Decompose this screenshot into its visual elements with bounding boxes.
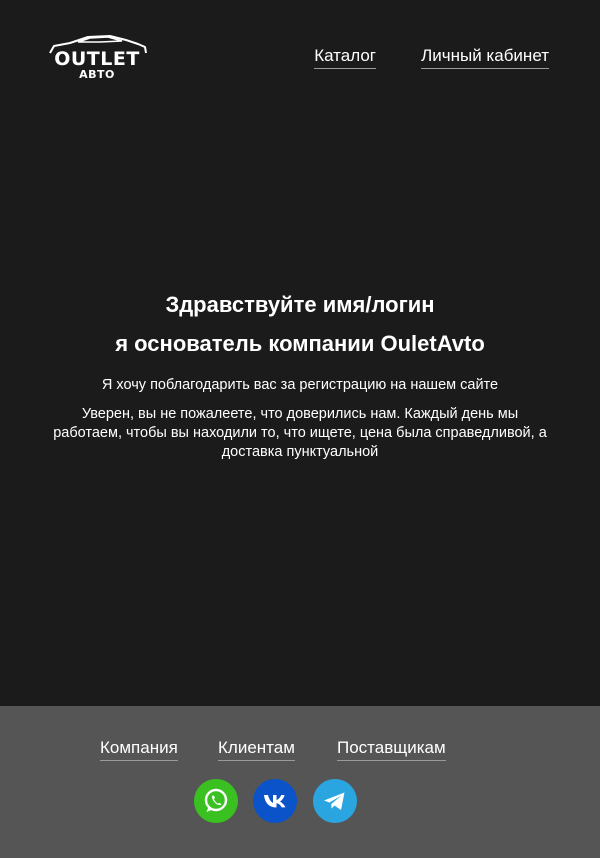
hero-section: Здравствуйте имя/логин я основатель комп… xyxy=(0,285,600,462)
whatsapp-icon xyxy=(204,788,228,812)
logo-link[interactable]: OUTLET АВТО xyxy=(48,34,148,84)
vk-icon xyxy=(264,795,286,808)
hero-greeting: Здравствуйте имя/логин xyxy=(165,292,435,317)
footer-suppliers-link[interactable]: Поставщикам xyxy=(337,737,446,761)
nav-account-link[interactable]: Личный кабинет xyxy=(421,45,549,69)
hero-founder-line: я основатель компании OuletAvto xyxy=(115,331,485,356)
logo-sub-text: АВТО xyxy=(79,68,115,81)
header: OUTLET АВТО Каталог Личный кабинет xyxy=(0,0,600,110)
telegram-icon xyxy=(324,792,345,810)
footer-clients-link[interactable]: Клиентам xyxy=(218,737,295,761)
hero-thanks-text: Я хочу поблагодарить вас за регистрацию … xyxy=(101,377,499,393)
whatsapp-button[interactable] xyxy=(194,779,238,823)
vk-button[interactable] xyxy=(253,779,297,823)
hero-message-text: Уверен, вы не пожалеете, что доверились … xyxy=(53,406,547,460)
footer-company-link[interactable]: Компания xyxy=(100,737,178,761)
logo-main-text: OUTLET xyxy=(54,48,140,70)
nav-catalog-link[interactable]: Каталог xyxy=(314,45,376,69)
footer: Компания Клиентам Поставщикам xyxy=(0,706,600,858)
telegram-button[interactable] xyxy=(313,779,357,823)
